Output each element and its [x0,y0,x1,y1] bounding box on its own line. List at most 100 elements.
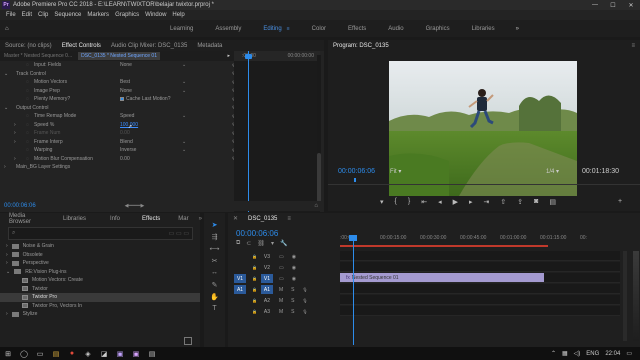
file-explorer-icon[interactable]: ▤ [48,350,64,358]
disclosure-toggle-icon[interactable]: ⌄ [4,71,8,77]
go-to-out-icon[interactable]: ⇥ [484,198,490,206]
add-marker-icon[interactable]: ▾ [380,198,384,206]
shell-icon[interactable]: ▤ [144,350,160,358]
effects-search-bar[interactable]: ⌕ ▭ ▭ ▭ [8,227,193,240]
fit-dropdown[interactable]: Fit ▾ [390,168,401,175]
source-patch[interactable] [234,263,246,272]
tray-overflow-icon[interactable]: ⌃ [551,350,556,357]
stopwatch-icon[interactable]: ◌ [26,130,29,136]
slip-tool-icon[interactable]: ↔ [211,269,218,281]
stopwatch-icon[interactable]: ◌ [26,122,29,128]
eye-icon[interactable]: ◉ [292,265,296,271]
tab-audio-clip-mixer[interactable]: Audio Clip Mixer: DSC_0135 [106,43,192,49]
disclosure-toggle-icon[interactable]: ⌄ [4,105,8,111]
effects-folder[interactable]: ⌄ RE:Vision Plug-ins [0,268,200,277]
media-encoder-icon[interactable]: ▣ [112,350,128,358]
timeline-playhead-marker[interactable] [349,235,357,241]
track-target[interactable]: V2 [261,263,273,272]
stopwatch-icon[interactable]: ◌ [26,156,29,162]
workspace-libraries[interactable]: Libraries [461,26,506,32]
nest-icon[interactable]: ⧉ [236,240,240,247]
type-tool-icon[interactable]: T [212,305,216,317]
source-patch[interactable] [234,307,246,316]
add-button-icon[interactable]: + [618,198,622,205]
master-clip-label[interactable]: Master * Nested Sequence 0... [4,53,72,59]
track-lane[interactable] [340,251,620,261]
menu-help[interactable]: Help [172,12,184,18]
app-icon[interactable]: ◪ [96,350,112,358]
disclosure-toggle-icon[interactable]: › [6,260,8,266]
go-to-in-icon[interactable]: ⇤ [421,198,427,206]
clock[interactable]: 22:04 [605,351,620,357]
timeline-settings-icon[interactable]: 🔧 [280,240,287,247]
snap-icon[interactable]: ⊂ [246,240,251,247]
stopwatch-icon[interactable]: ◌ [26,96,29,102]
linked-selection-icon[interactable]: ⛓ [257,240,265,247]
new-bin-icon[interactable] [184,337,192,345]
tab-info[interactable]: Info [105,216,125,222]
effects-item[interactable]: Twixtor Pro, Vectors In [0,302,200,311]
premiere-taskbar-icon[interactable]: ▣ [128,350,144,358]
nested-sequence-clip[interactable]: fx Nested Sequence 01 [340,273,544,282]
chevron-down-icon[interactable]: ⌄ [182,88,186,94]
export-frame-icon[interactable]: ◙ [534,198,538,206]
menu-markers[interactable]: Markers [87,12,109,18]
track-target[interactable]: V3 [261,252,273,261]
sync-lock-icon[interactable]: ▭ [279,265,284,271]
stopwatch-icon[interactable]: ◌ [26,113,29,119]
menu-graphics[interactable]: Graphics [115,12,139,18]
notification-icon[interactable]: ▭ [626,350,632,357]
menu-edit[interactable]: Edit [22,12,32,18]
menu-sequence[interactable]: Sequence [54,12,81,18]
sync-lock-icon[interactable]: ▭ [279,254,284,260]
close-sequence-icon[interactable]: ✕ [228,215,243,222]
mark-out-icon[interactable]: } [408,198,410,206]
extract-icon[interactable]: ⇪ [517,198,523,206]
track-target[interactable]: A1 [260,285,273,294]
stopwatch-icon[interactable]: ◌ [26,139,29,145]
step-back-icon[interactable]: ◂ [438,198,442,206]
disclosure-toggle-icon[interactable]: › [14,130,16,136]
effects-item[interactable]: Twixtor Pro [0,293,200,302]
disclosure-toggle-icon[interactable]: › [6,252,8,258]
chevron-down-icon[interactable]: ⌄ [182,147,186,153]
lock-icon[interactable]: 🔒 [252,287,257,292]
track-target[interactable]: A3 [261,307,273,316]
lift-icon[interactable]: ⇧ [500,198,506,206]
workspace-assembly[interactable]: Assembly [204,26,252,32]
lock-icon[interactable]: 🔒 [252,298,257,303]
network-icon[interactable]: ▦ [562,350,568,357]
step-forward-icon[interactable]: ▸ [469,198,473,206]
timeline-playhead[interactable] [353,235,354,345]
effects-item[interactable]: Twixtor [0,285,200,294]
timeline-ruler[interactable]: :00:00 00:00:15:00 00:00:30:00 00:00:45:00 0… [340,235,640,245]
comparison-view-icon[interactable]: ▤ [549,198,556,206]
more-workspaces-icon[interactable]: » [516,26,519,32]
stopwatch-icon[interactable]: ◌ [26,62,29,68]
language-indicator[interactable]: ENG [586,351,599,357]
workspace-menu-icon[interactable]: ≡ [287,26,290,32]
tab-libraries[interactable]: Libraries [58,216,91,222]
chevron-down-icon[interactable]: ⌄ [182,62,186,68]
tab-metadata[interactable]: Metadata [192,43,227,49]
effects-item[interactable]: Motion Vectors: Create [0,276,200,285]
mute-icon[interactable]: M [279,309,283,315]
microphone-icon[interactable]: 🎙 [303,298,308,303]
track-target[interactable]: V1 [260,274,273,283]
volume-icon[interactable]: ◁) [574,350,581,357]
windows-start-icon[interactable]: ⊞ [0,350,16,358]
ec-playhead[interactable] [248,51,249,212]
tab-program[interactable]: Program: DSC_0135 [328,43,394,49]
sequence-clip-label[interactable]: DSC_0135 * Nested Sequence 01 [78,52,160,60]
ec-row-dropdown[interactable]: None [120,88,132,94]
task-view-icon[interactable]: ▭ [32,350,48,358]
close-icon[interactable]: ✕ [622,2,640,9]
store-icon[interactable]: ◈ [80,350,96,358]
timeline-timecode[interactable]: 00:00:06:06 [236,229,278,238]
selection-tool-icon[interactable]: ➤ [212,221,218,233]
tab-effects[interactable]: Effects [137,216,165,222]
play-arrow-icon[interactable]: ▸ [227,53,230,59]
ec-row-dropdown[interactable]: Best [120,79,130,85]
chrome-icon[interactable]: ● [64,350,80,357]
ec-zoom-slider[interactable]: ◀━━━━▶ [125,203,145,209]
